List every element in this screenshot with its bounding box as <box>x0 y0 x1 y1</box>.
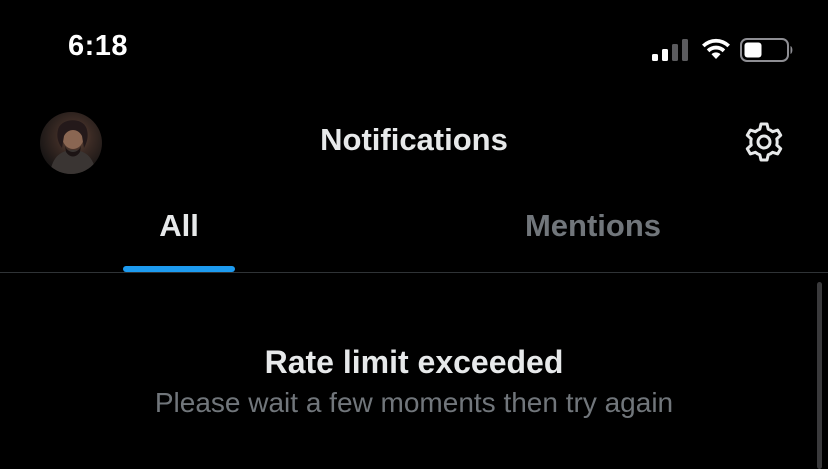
status-bar: 6:18 <box>0 0 828 100</box>
settings-button[interactable] <box>740 118 788 166</box>
page-title: Notifications <box>320 122 508 157</box>
tab-mentions[interactable]: Mentions <box>358 190 828 272</box>
error-title: Rate limit exceeded <box>264 344 564 380</box>
gear-icon <box>745 122 783 162</box>
tab-bar: All Mentions <box>0 190 828 272</box>
header: Notifications <box>0 100 828 190</box>
error-subtitle: Please wait a few moments then try again <box>154 387 674 418</box>
status-time: 6:18 <box>68 30 129 62</box>
battery-icon <box>740 38 793 62</box>
scrollbar[interactable] <box>817 282 822 469</box>
cellular-signal-icon <box>652 39 688 61</box>
wifi-icon <box>702 38 730 59</box>
error-message: Rate limit exceeded Please wait a few mo… <box>0 340 828 422</box>
tab-label-all: All <box>159 208 199 243</box>
tab-label-mentions: Mentions <box>524 208 662 243</box>
tab-all[interactable]: All <box>0 190 358 272</box>
tabs-divider <box>0 272 828 273</box>
